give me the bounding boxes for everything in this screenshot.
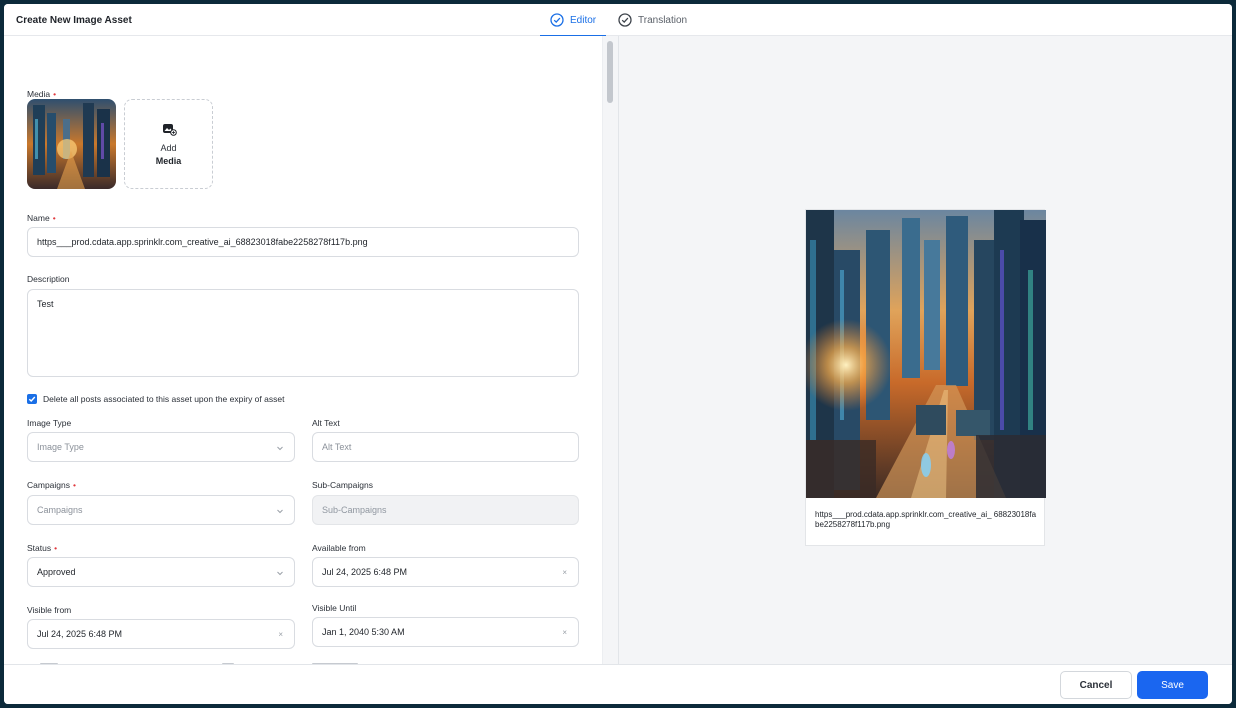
status-value: Approved [37,567,76,577]
visible-until-input[interactable]: Jan 1, 2040 5:30 AM × [312,617,579,647]
check-circle-icon [618,13,632,27]
available-from-input[interactable]: Jul 24, 2025 6:48 PM × [312,557,579,587]
campaigns-placeholder: Campaigns [37,505,83,515]
description-textarea[interactable]: Test [27,289,579,377]
visible-from-value: Jul 24, 2025 6:48 PM [37,629,123,639]
visible-until-value: Jan 1, 2040 5:30 AM [322,627,405,637]
chevron-down-icon [277,446,283,451]
modal-footer: Cancel Save [4,664,1232,704]
save-button[interactable]: Save [1137,671,1208,699]
image-type-label: Image Type [27,418,72,428]
editor-form: Media • Add Media Name • https___prod.cd… [4,36,602,664]
image-type-select[interactable]: Image Type [27,432,295,462]
sub-campaigns-select: Sub-Campaigns [312,495,579,525]
description-value: Test [37,299,54,309]
name-input[interactable]: https___prod.cdata.app.sprinklr.com_crea… [27,227,579,257]
checkmark-icon [28,396,36,403]
form-scrollbar[interactable] [602,36,618,664]
name-label: Name • [27,213,56,223]
add-image-icon [162,123,177,136]
chevron-down-icon [277,571,283,576]
clear-icon[interactable]: × [562,628,567,637]
clear-icon[interactable]: × [278,630,283,639]
alt-text-label: Alt Text [312,418,340,428]
page-title: Create New Image Asset [16,15,132,26]
alt-text-placeholder: Alt Text [322,442,352,452]
description-label: Description [27,274,70,284]
city-image-preview [806,210,1046,498]
tab-editor[interactable]: Editor [539,4,607,37]
add-media-label-line2: Media [155,155,182,166]
status-label: Status • [27,543,58,553]
add-media-label-line1: Add [160,142,177,153]
tab-editor-label: Editor [570,14,597,26]
visible-until-label: Visible Until [312,603,357,613]
tab-translation[interactable]: Translation [618,4,687,36]
clear-icon[interactable]: × [562,568,567,577]
asset-preview-card: https___prod.cdata.app.sprinklr.com_crea… [805,209,1046,546]
alt-text-input[interactable]: Alt Text [312,432,579,462]
asset-preview-image [806,210,1046,498]
chevron-down-icon [277,509,283,514]
image-type-placeholder: Image Type [37,442,84,452]
tab-translation-label: Translation [638,14,688,26]
sub-campaigns-label: Sub-Campaigns [312,480,373,490]
sub-campaigns-placeholder: Sub-Campaigns [322,505,387,515]
name-input-value: https___prod.cdata.app.sprinklr.com_crea… [37,237,368,247]
cancel-button[interactable]: Cancel [1060,671,1132,699]
add-media-button[interactable]: Add Media [124,99,213,189]
visible-from-input[interactable]: Jul 24, 2025 6:48 PM × [27,619,295,649]
campaigns-select[interactable]: Campaigns [27,495,295,525]
status-select[interactable]: Approved [27,557,295,587]
modal-window: Create New Image Asset Editor Translatio… [4,4,1232,704]
media-thumbnail[interactable] [27,99,116,189]
city-image-thumbnail [27,99,116,189]
scrollbar-thumb[interactable] [607,41,613,103]
available-from-value: Jul 24, 2025 6:48 PM [322,567,408,577]
available-from-label: Available from [312,543,366,553]
visible-from-label: Visible from [27,605,72,615]
modal-header: Create New Image Asset Editor Translatio… [4,4,1232,37]
delete-posts-label: Delete all posts associated to this asse… [43,394,285,404]
check-circle-icon [550,13,564,27]
media-label: Media • [27,89,57,99]
campaigns-label: Campaigns • [27,480,76,490]
delete-posts-checkbox[interactable] [27,394,37,404]
preview-panel: https___prod.cdata.app.sprinklr.com_crea… [618,36,1232,664]
asset-preview-caption: https___prod.cdata.app.sprinklr.com_crea… [815,510,1037,529]
